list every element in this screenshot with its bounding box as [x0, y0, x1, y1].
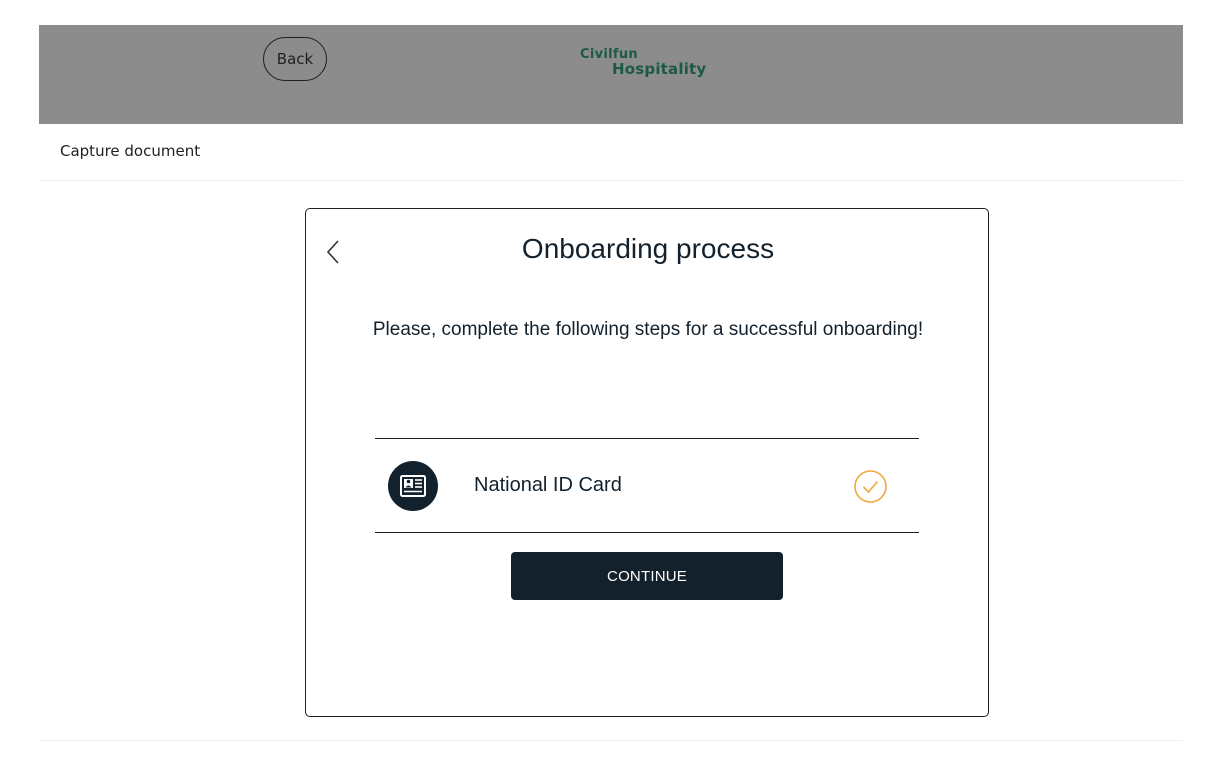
step-national-id[interactable]: National ID Card — [375, 439, 919, 532]
check-circle-icon — [853, 469, 888, 504]
back-button[interactable]: Back — [263, 37, 327, 81]
onboarding-card: Onboarding process Please, complete the … — [305, 208, 989, 717]
step-label: National ID Card — [474, 474, 622, 496]
divider — [375, 532, 919, 533]
card-description: Please, complete the following steps for… — [372, 319, 924, 340]
footer-divider — [39, 740, 1183, 741]
page-subheader: Capture document — [39, 124, 1183, 181]
logo-line-2: Hospitality — [612, 60, 707, 78]
id-card-icon — [388, 461, 438, 511]
page-title: Capture document — [60, 142, 201, 160]
app-window: Back Civilfun Hospitality Capture docume… — [39, 25, 1183, 741]
card-title: Onboarding process — [521, 233, 775, 264]
logo: Civilfun Hospitality — [579, 47, 719, 87]
top-bar: Back Civilfun Hospitality — [39, 25, 1183, 124]
continue-button[interactable]: CONTINUE — [511, 552, 783, 600]
